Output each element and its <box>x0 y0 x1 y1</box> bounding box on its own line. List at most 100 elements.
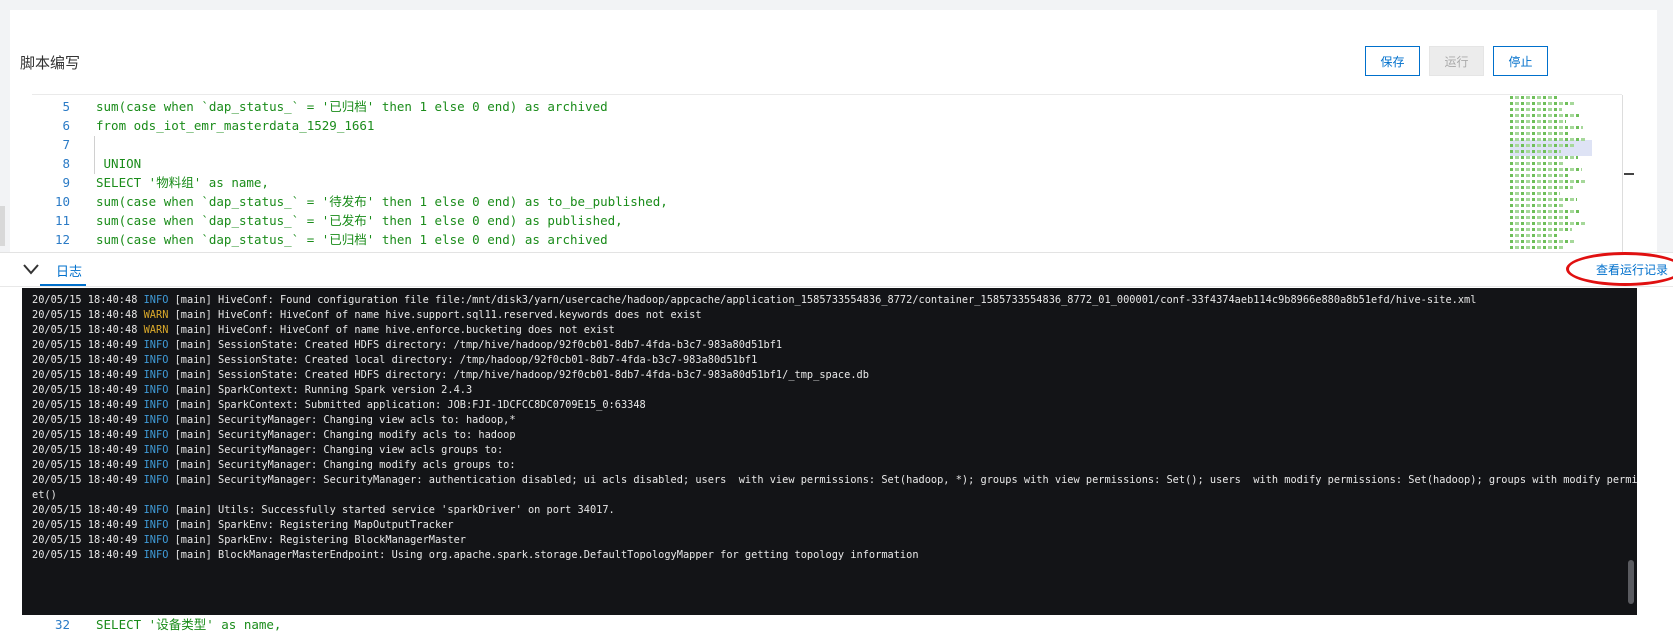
minimap-line <box>1510 102 1575 105</box>
log-line: 20/05/15 18:40:48 INFO [main] HiveConf: … <box>32 292 1632 308</box>
code-line[interactable]: 7 <box>32 135 1512 154</box>
log-message: [main] HiveConf: HiveConf of name hive.s… <box>168 309 702 321</box>
log-message: [main] SessionState: Created HDFS direct… <box>168 369 869 381</box>
log-level: INFO <box>143 444 169 456</box>
console-scrollbar-thumb[interactable] <box>1628 560 1634 604</box>
log-level: INFO <box>143 519 169 531</box>
minimap-line <box>1510 228 1572 231</box>
line-number: 11 <box>54 213 70 228</box>
tab-divider <box>0 286 1673 287</box>
minimap-line <box>1510 234 1559 237</box>
log-timestamp: 20/05/15 18:40:49 <box>32 354 138 366</box>
minimap-line <box>1510 144 1574 147</box>
log-console[interactable]: 20/05/15 18:40:48 INFO [main] HiveConf: … <box>22 288 1637 615</box>
minimap-line <box>1510 198 1577 201</box>
log-timestamp: 20/05/15 18:40:49 <box>32 459 138 471</box>
code-editor-below: 32SELECT '设备类型' as name,33sum(case when … <box>32 615 1622 637</box>
code-line[interactable]: 32 SELECT '设备类型' as name, <box>32 615 1512 634</box>
log-level: INFO <box>143 294 169 306</box>
code-text[interactable]: sum(case when `dap_status_` = '已发布' then… <box>96 211 623 230</box>
log-message: [main] SecurityManager: SecurityManager:… <box>168 474 1637 486</box>
minimap-line <box>1510 204 1564 207</box>
log-level: INFO <box>143 369 169 381</box>
minimap-line <box>1510 222 1585 225</box>
log-message: [main] SparkContext: Running Spark versi… <box>168 384 473 396</box>
log-timestamp: 20/05/15 18:40:49 <box>32 339 138 351</box>
editor-scrollbar[interactable] <box>1622 95 1623 253</box>
code-text[interactable]: sum(case when `dap_status_` = '已归档' then… <box>96 97 608 116</box>
log-level: INFO <box>143 429 169 441</box>
log-message: [main] SparkContext: Submitted applicati… <box>168 399 646 411</box>
minimap-line <box>1510 162 1565 165</box>
log-message: [main] SecurityManager: Changing view ac… <box>168 414 516 426</box>
log-timestamp: 20/05/15 18:40:49 <box>32 414 138 426</box>
tab-log[interactable]: 日志 <box>56 261 82 280</box>
stop-button[interactable]: 停止 <box>1493 46 1548 76</box>
editor-minimap[interactable] <box>1510 96 1592 252</box>
line-number: 7 <box>62 137 70 152</box>
run-button[interactable]: 运行 <box>1429 46 1484 76</box>
log-message: [main] HiveConf: Found configuration fil… <box>168 294 1477 306</box>
chevron-down-icon[interactable] <box>22 262 40 276</box>
log-line: 20/05/15 18:40:49 INFO [main] SecurityMa… <box>32 442 1632 458</box>
code-text[interactable]: from ods_iot_emr_masterdata_1529_1661 <box>96 116 374 135</box>
code-line[interactable]: 5 sum(case when `dap_status_` = '已归档' the… <box>32 97 1512 116</box>
log-level: INFO <box>143 474 169 486</box>
minimap-line <box>1510 156 1578 159</box>
log-message: [main] SecurityManager: Changing view ac… <box>168 444 504 456</box>
code-text[interactable]: UNION <box>96 154 142 173</box>
code-editor[interactable]: 5 sum(case when `dap_status_` = '已归档' the… <box>32 94 1622 255</box>
page-title: 脚本编写 <box>20 55 81 72</box>
code-line[interactable]: 11 sum(case when `dap_status_` = '已发布' th… <box>32 211 1512 230</box>
log-level: INFO <box>143 504 169 516</box>
log-level: INFO <box>143 534 169 546</box>
code-line[interactable]: 12 sum(case when `dap_status_` = '已归档' th… <box>32 230 1512 249</box>
log-line: 20/05/15 18:40:49 INFO [main] SessionSta… <box>32 352 1632 368</box>
code-line[interactable]: 8 UNION <box>32 154 1512 173</box>
minimap-line <box>1510 174 1569 177</box>
save-button[interactable]: 保存 <box>1365 46 1420 76</box>
code-text[interactable]: sum(case when `dap_status_` = '已归档' then… <box>96 230 608 249</box>
log-level: INFO <box>143 339 169 351</box>
log-line: 20/05/15 18:40:48 WARN [main] HiveConf: … <box>32 307 1632 323</box>
code-line[interactable]: 6 from ods_iot_emr_masterdata_1529_1661 <box>32 116 1512 135</box>
log-line: 20/05/15 18:40:49 INFO [main] SecurityMa… <box>32 457 1632 473</box>
minimap-viewport[interactable] <box>1510 140 1592 156</box>
minimap-line <box>1510 132 1570 135</box>
log-level: WARN <box>143 309 169 321</box>
side-handle[interactable] <box>0 206 5 246</box>
log-timestamp: 20/05/15 18:40:48 <box>32 294 138 306</box>
log-level: WARN <box>143 324 169 336</box>
log-line: 20/05/15 18:40:49 INFO [main] Utils: Suc… <box>32 502 1632 518</box>
log-timestamp: 20/05/15 18:40:49 <box>32 534 138 546</box>
minimap-line <box>1510 180 1586 183</box>
log-line: 20/05/15 18:40:49 INFO [main] SparkConte… <box>32 382 1632 398</box>
log-line: et() <box>32 487 1632 503</box>
log-level: INFO <box>143 549 169 561</box>
log-timestamp: 20/05/15 18:40:49 <box>32 429 138 441</box>
code-line[interactable]: 9 SELECT '物料组' as name, <box>32 173 1512 192</box>
log-message: [main] SparkEnv: Registering MapOutputTr… <box>168 519 454 531</box>
log-level: INFO <box>143 384 169 396</box>
minimap-line <box>1510 168 1582 171</box>
log-message: [main] BlockManagerMasterEndpoint: Using… <box>168 549 919 561</box>
log-timestamp: 20/05/15 18:40:48 <box>32 324 138 336</box>
log-line: 20/05/15 18:40:49 INFO [main] SparkEnv: … <box>32 517 1632 533</box>
log-timestamp: 20/05/15 18:40:48 <box>32 309 138 321</box>
code-text[interactable]: SELECT '物料组' as name, <box>96 173 269 192</box>
log-line: 20/05/15 18:40:49 INFO [main] SecurityMa… <box>32 472 1637 488</box>
log-line: 20/05/15 18:40:48 WARN [main] HiveConf: … <box>32 322 1632 338</box>
code-line[interactable]: 10 sum(case when `dap_status_` = '待发布' th… <box>32 192 1512 211</box>
minimap-line <box>1510 192 1560 195</box>
log-message: [main] SessionState: Created local direc… <box>168 354 758 366</box>
line-number: 32 <box>54 617 70 632</box>
minimap-line <box>1510 240 1576 243</box>
line-number: 9 <box>62 175 70 190</box>
log-line: 20/05/15 18:40:49 INFO [main] SparkConte… <box>32 397 1632 413</box>
minimap-line <box>1510 150 1561 153</box>
code-text[interactable]: SELECT '设备类型' as name, <box>96 615 281 634</box>
line-number: 10 <box>54 194 70 209</box>
log-timestamp: 20/05/15 18:40:49 <box>32 369 138 381</box>
log-level: INFO <box>143 354 169 366</box>
code-text[interactable]: sum(case when `dap_status_` = '待发布' then… <box>96 192 668 211</box>
